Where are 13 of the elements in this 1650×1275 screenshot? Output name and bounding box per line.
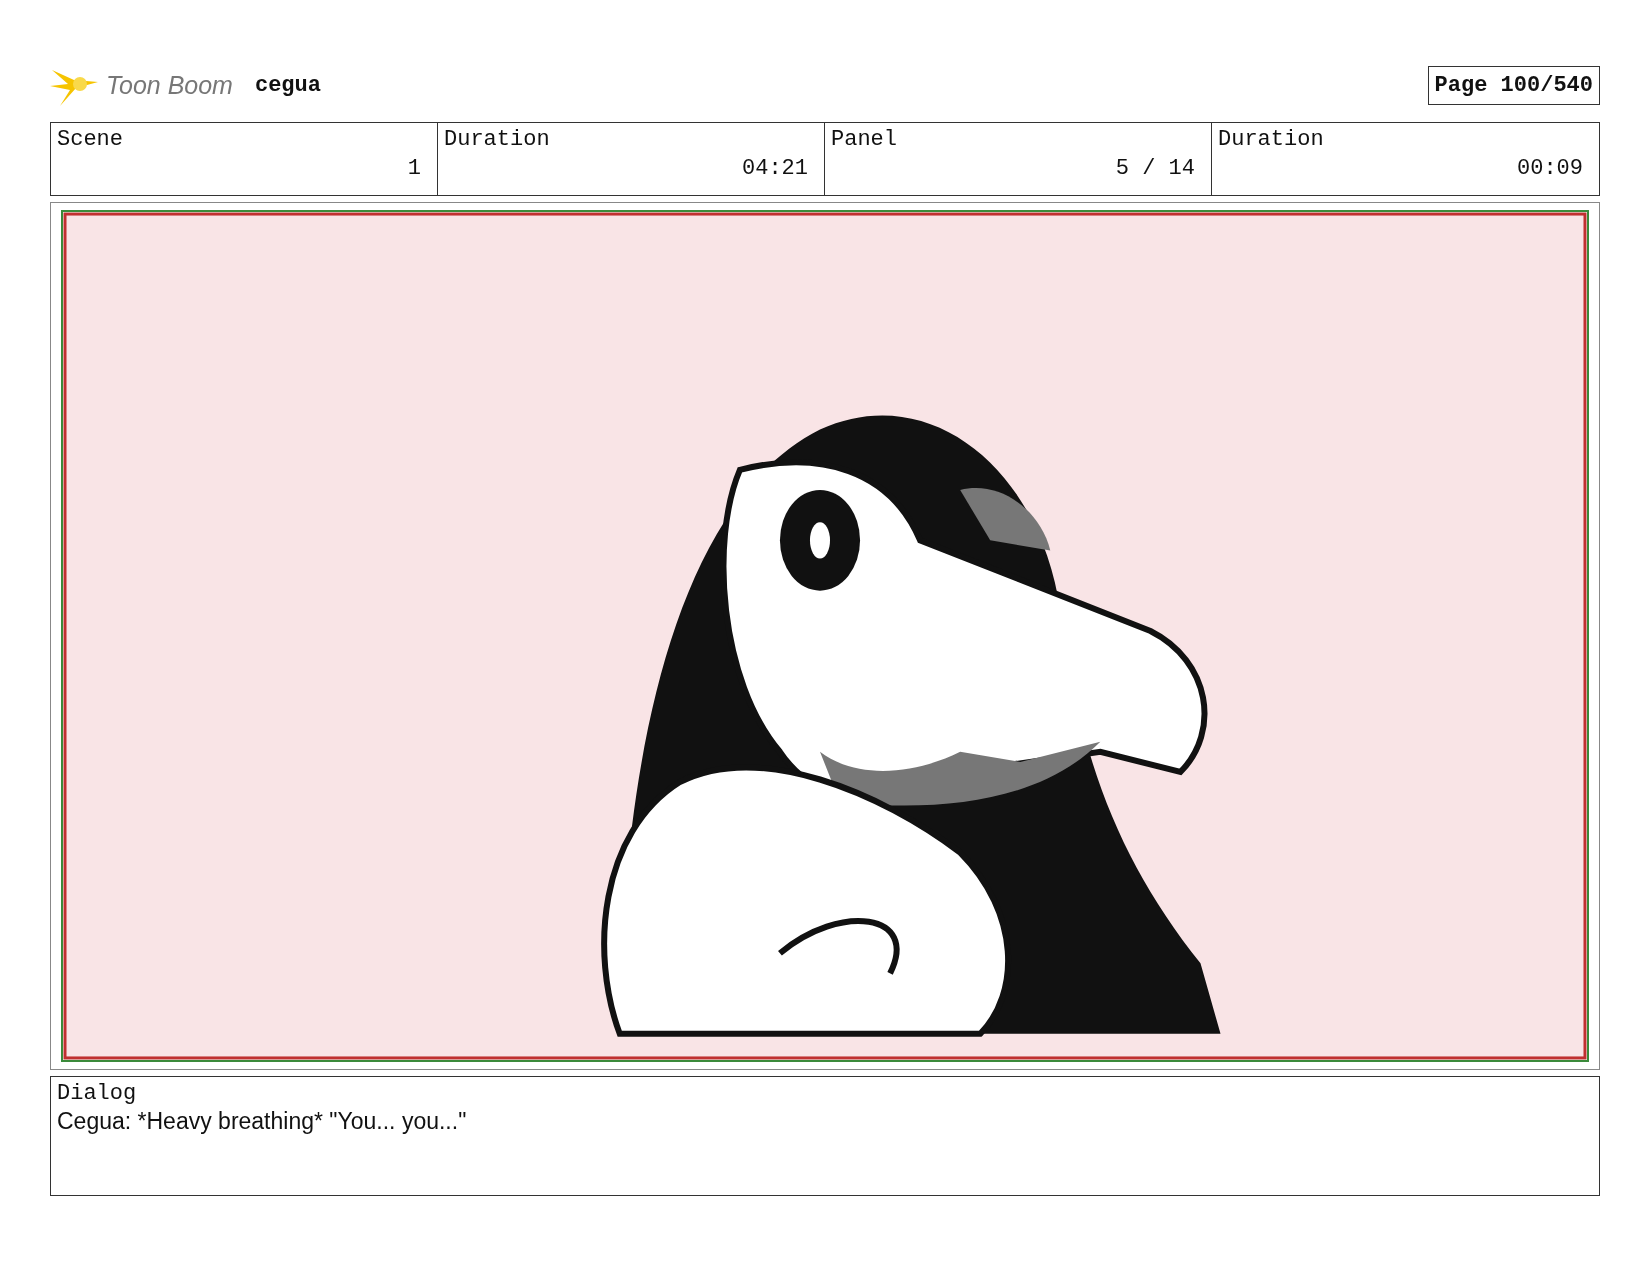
dialog-text: Cegua: *Heavy breathing* "You... you..." (57, 1108, 468, 1135)
field-value: 5 / 14 (1114, 156, 1195, 181)
field-value: 00:09 (1516, 156, 1583, 181)
field-value: 04:21 (741, 156, 808, 181)
field-label: Panel (831, 127, 898, 152)
field-label: Scene (57, 127, 124, 152)
field-value: 1 (406, 156, 421, 181)
dialog-label: Dialog (57, 1081, 138, 1106)
field-label: Duration (1218, 127, 1325, 152)
page-number: Page 100/540 (1427, 65, 1600, 105)
logo-text: Toon Boom (106, 70, 233, 100)
project-title: cegua (254, 72, 321, 98)
field-label: Duration (444, 127, 551, 152)
